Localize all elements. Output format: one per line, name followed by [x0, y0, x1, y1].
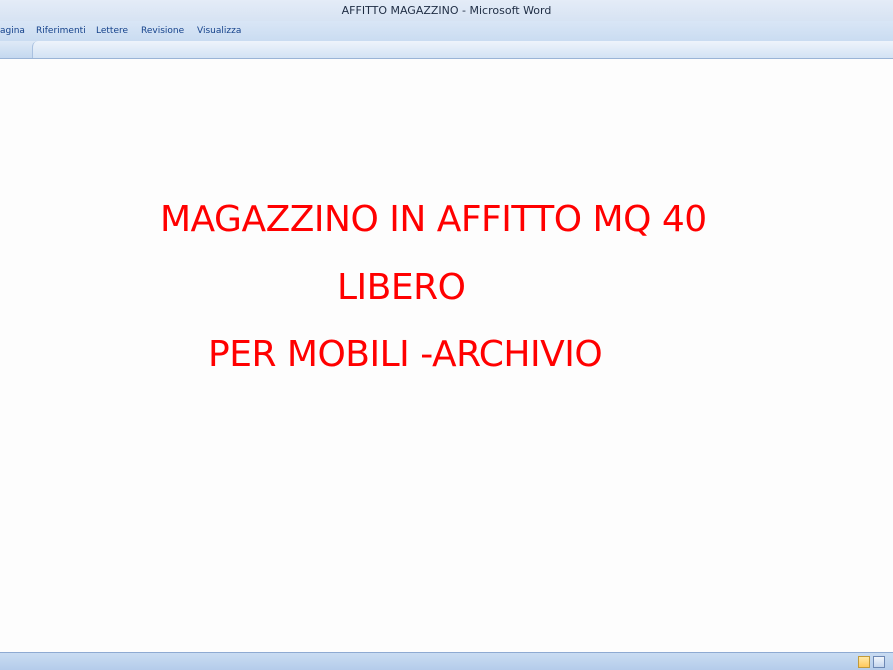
status-bar — [0, 652, 893, 670]
document-line-1: MAGAZZINO IN AFFITTO MQ 40 — [160, 199, 707, 240]
print-layout-view-icon[interactable] — [858, 656, 870, 668]
ribbon-panel-active-area — [32, 41, 893, 58]
document-line-2: LIBERO — [337, 267, 466, 308]
tab-visualizza[interactable]: Visualizza — [197, 21, 241, 41]
tab-riferimenti[interactable]: Riferimenti — [36, 21, 86, 41]
full-screen-reading-view-icon[interactable] — [873, 656, 885, 668]
tab-layout-pagina[interactable]: agina — [0, 21, 25, 41]
tab-lettere[interactable]: Lettere — [96, 21, 128, 41]
document-line-3: PER MOBILI -ARCHIVIO — [208, 334, 603, 375]
word-window: AFFITTO MAGAZZINO - Microsoft Word agina… — [0, 0, 893, 670]
document-page[interactable]: MAGAZZINO IN AFFITTO MQ 40 LIBERO PER MO… — [0, 59, 893, 652]
ribbon-tab-bar: agina Riferimenti Lettere Revisione Visu… — [0, 21, 893, 41]
tab-revisione[interactable]: Revisione — [141, 21, 184, 41]
title-bar: AFFITTO MAGAZZINO - Microsoft Word — [0, 0, 893, 21]
window-title: AFFITTO MAGAZZINO - Microsoft Word — [341, 4, 552, 17]
